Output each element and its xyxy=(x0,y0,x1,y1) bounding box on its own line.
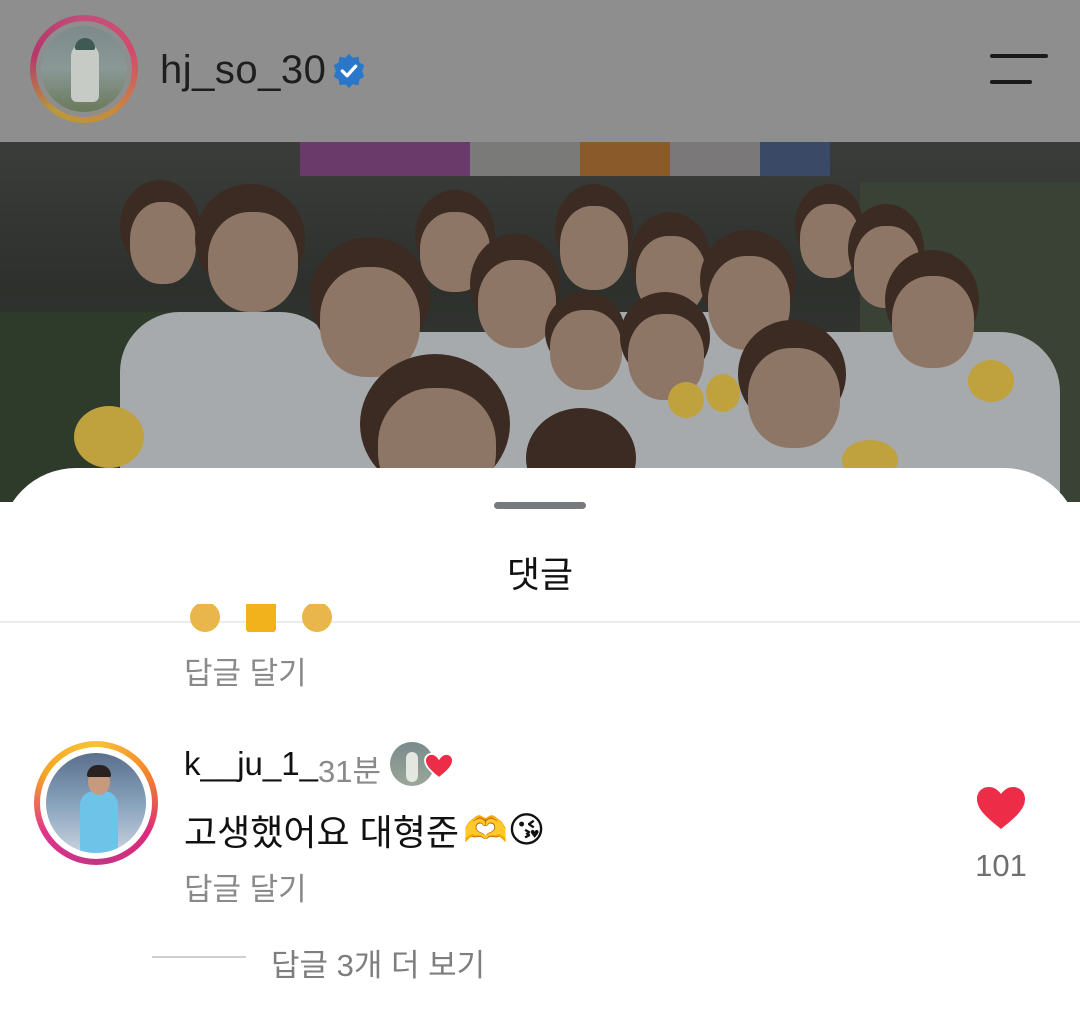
sheet-title: 댓글 xyxy=(506,554,574,595)
like-count: 101 xyxy=(975,848,1027,883)
comment-emojis: 🫶😘 xyxy=(462,809,546,850)
author-heart-icon xyxy=(424,753,454,779)
divider xyxy=(0,621,1080,623)
hamburger-menu-icon[interactable] xyxy=(988,52,1048,86)
view-more-replies-button[interactable]: 답글 3개 더 보기 xyxy=(271,940,485,985)
profile-username[interactable]: hj_so_30 xyxy=(160,48,326,93)
like-heart-icon[interactable] xyxy=(976,786,1026,830)
profile-avatar[interactable] xyxy=(30,15,138,123)
verified-badge-icon xyxy=(333,53,365,89)
comment-username[interactable]: k__ju_1_ xyxy=(184,745,318,783)
profile-header: hj_so_30 xyxy=(0,0,1080,142)
emoji-icon xyxy=(190,604,222,632)
post-photo xyxy=(0,142,1080,502)
reply-button[interactable]: 답글 달기 xyxy=(184,864,307,909)
replies-divider xyxy=(152,956,246,958)
star-icon xyxy=(246,604,278,632)
commenter-avatar[interactable] xyxy=(34,741,158,865)
comment-text: 고생했어요 대형준 🫶😘 xyxy=(184,804,545,856)
sheet-drag-handle[interactable] xyxy=(494,502,586,509)
comment-body: 고생했어요 대형준 xyxy=(184,812,459,853)
emoji-icon xyxy=(302,604,334,632)
comment-timestamp: 31분 xyxy=(318,754,382,789)
reply-button[interactable]: 답글 달기 xyxy=(184,648,307,693)
